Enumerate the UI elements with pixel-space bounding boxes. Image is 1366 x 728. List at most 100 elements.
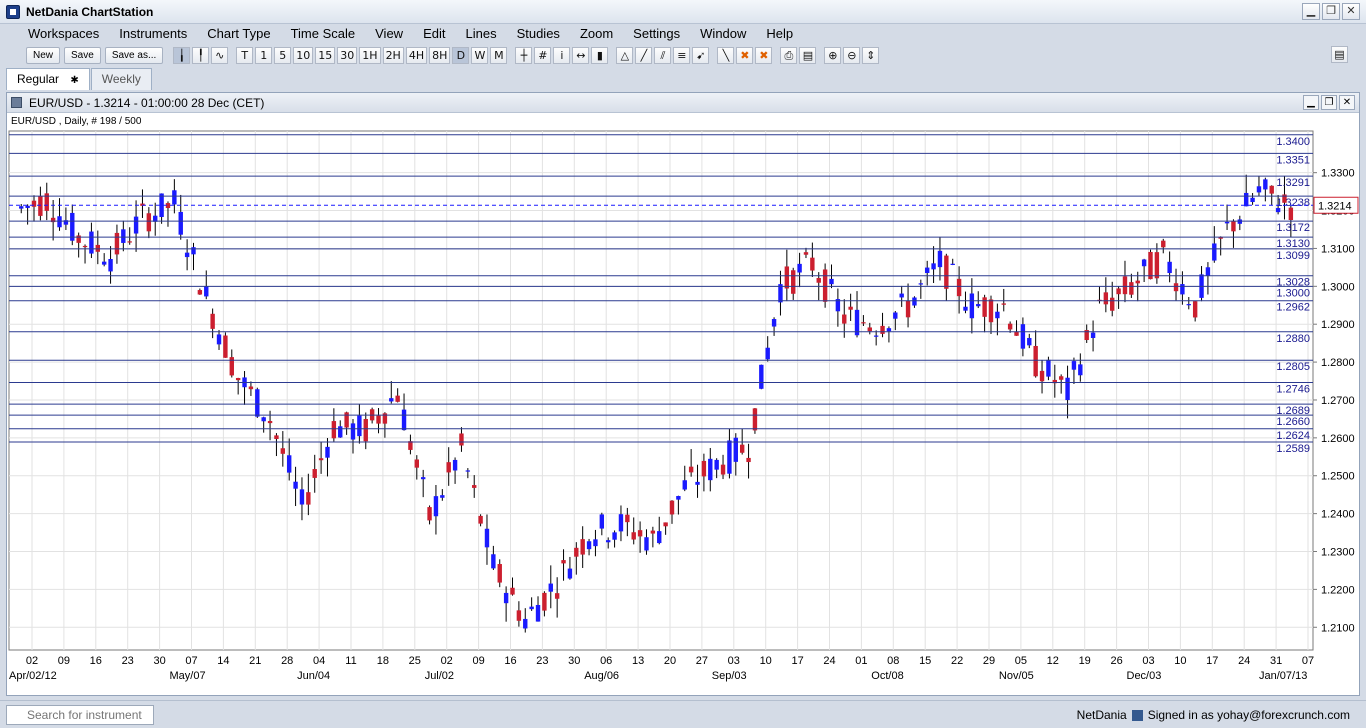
candle-body bbox=[31, 200, 37, 207]
period-button-t[interactable]: T bbox=[236, 46, 254, 64]
candle-body bbox=[752, 408, 758, 431]
save-button[interactable]: Save bbox=[64, 46, 101, 64]
y-tick-label: 1.2500 bbox=[1321, 471, 1355, 483]
candle-body bbox=[1186, 304, 1191, 306]
candle-body bbox=[1110, 297, 1115, 311]
chart-restore-button[interactable]: ❐ bbox=[1321, 95, 1337, 110]
zoom-out-icon[interactable]: ⊖ bbox=[843, 46, 861, 64]
candle-body bbox=[38, 196, 43, 216]
candle-body bbox=[57, 216, 62, 228]
draw-line-icon[interactable]: ╲ bbox=[717, 46, 735, 64]
menu-settings[interactable]: Settings bbox=[623, 24, 690, 44]
period-button-1[interactable]: 1 bbox=[255, 46, 273, 64]
bar-chart-icon[interactable]: ╿ bbox=[192, 46, 210, 64]
scroll-icon[interactable]: ↔ bbox=[572, 46, 590, 64]
candle-body bbox=[842, 314, 847, 324]
period-button-m[interactable]: M bbox=[490, 46, 508, 64]
menu-instruments[interactable]: Instruments bbox=[109, 24, 197, 44]
candle-body bbox=[255, 389, 260, 417]
minimize-button[interactable]: ▁ bbox=[1302, 3, 1320, 20]
new-button[interactable]: New bbox=[26, 46, 61, 64]
menu-studies[interactable]: Studies bbox=[507, 24, 570, 44]
last-price-label: 1.3214 bbox=[1318, 200, 1352, 212]
candle-body bbox=[1103, 292, 1109, 305]
x-tick-label: 31 bbox=[1270, 655, 1282, 667]
menu-zoom[interactable]: Zoom bbox=[570, 24, 623, 44]
delete-all-icon[interactable]: ✖ bbox=[755, 46, 773, 64]
x-tick-label: 10 bbox=[760, 655, 772, 667]
menu-workspaces[interactable]: Workspaces bbox=[18, 24, 109, 44]
period-button-8h[interactable]: 8H bbox=[429, 46, 451, 64]
chart-window-titlebar: EUR/USD - 1.3214 - 01:00:00 28 Dec (CET)… bbox=[7, 93, 1359, 113]
menu-edit[interactable]: Edit bbox=[413, 24, 455, 44]
candle-body bbox=[778, 284, 783, 303]
candle-body bbox=[350, 423, 356, 440]
candle-body bbox=[89, 231, 94, 254]
candle-body bbox=[682, 480, 687, 490]
candle-body bbox=[184, 252, 190, 258]
period-button-15[interactable]: 15 bbox=[315, 46, 336, 64]
tab-regular[interactable]: Regular ✱ bbox=[6, 68, 90, 90]
period-button-2h[interactable]: 2H bbox=[382, 46, 404, 64]
panel-toggle-icon[interactable]: ▤ bbox=[1331, 46, 1348, 63]
candle-body bbox=[561, 560, 566, 564]
alarm-icon[interactable]: △ bbox=[616, 46, 634, 64]
x-tick-label: 10 bbox=[1174, 655, 1186, 667]
menu-window[interactable]: Window bbox=[690, 24, 756, 44]
delete-icon[interactable]: ✖ bbox=[736, 46, 754, 64]
close-button[interactable]: ✕ bbox=[1342, 3, 1360, 20]
candle-body bbox=[1154, 252, 1160, 279]
tab-regular-label: Regular bbox=[17, 72, 60, 86]
period-button-w[interactable]: W bbox=[471, 46, 489, 64]
x-tick-label: 09 bbox=[58, 655, 70, 667]
save-as-button[interactable]: Save as... bbox=[104, 46, 164, 64]
period-button-1h[interactable]: 1H bbox=[359, 46, 381, 64]
menu-chart-type[interactable]: Chart Type bbox=[197, 24, 280, 44]
x-tick-label: 24 bbox=[823, 655, 835, 667]
period-button-10[interactable]: 10 bbox=[293, 46, 314, 64]
menu-lines[interactable]: Lines bbox=[455, 24, 506, 44]
candle-body bbox=[663, 522, 668, 527]
brand-label: NetDania bbox=[1076, 708, 1127, 722]
candle-body bbox=[580, 539, 585, 555]
x-tick-label: 04 bbox=[313, 655, 325, 667]
restore-button[interactable]: ❐ bbox=[1322, 3, 1340, 20]
print-icon[interactable]: ⎙ bbox=[780, 46, 798, 64]
cursor-icon[interactable]: ➹ bbox=[692, 46, 710, 64]
chart-close-button[interactable]: ✕ bbox=[1339, 95, 1355, 110]
crosshair-icon[interactable]: ┼ bbox=[515, 46, 533, 64]
period-button-5[interactable]: 5 bbox=[274, 46, 292, 64]
menu-help[interactable]: Help bbox=[756, 24, 803, 44]
candle-body bbox=[976, 304, 981, 307]
tab-close-icon[interactable]: ✱ bbox=[70, 75, 78, 86]
candle-body bbox=[1090, 332, 1096, 338]
candlestick-chart-icon[interactable]: ╽ bbox=[173, 46, 191, 64]
chart-minimize-button[interactable]: ▁ bbox=[1303, 95, 1319, 110]
candle-body bbox=[1007, 323, 1013, 330]
candle-body bbox=[235, 377, 241, 381]
x-tick-label: 01 bbox=[855, 655, 867, 667]
menu-view[interactable]: View bbox=[365, 24, 413, 44]
line-chart-icon[interactable]: ∿ bbox=[211, 46, 229, 64]
candle-body bbox=[1250, 197, 1255, 203]
grid-icon[interactable]: # bbox=[534, 46, 552, 64]
period-button-30[interactable]: 30 bbox=[337, 46, 358, 64]
print-preview-icon[interactable]: ▤ bbox=[799, 46, 817, 64]
tab-weekly[interactable]: Weekly bbox=[90, 68, 152, 90]
x-tick-label: 28 bbox=[281, 655, 293, 667]
info-icon[interactable]: i bbox=[553, 46, 571, 64]
x-month-label: Oct/08 bbox=[871, 670, 903, 682]
search-input[interactable] bbox=[6, 705, 154, 725]
price-chart[interactable]: EUR/USD , Daily, # 198 / 500 02 09 16 23 30 07… bbox=[7, 113, 1359, 695]
candle-body bbox=[727, 440, 732, 474]
x-month-label: Sep/03 bbox=[712, 670, 747, 682]
trendline-icon[interactable]: ╱ bbox=[635, 46, 653, 64]
period-button-4h[interactable]: 4H bbox=[405, 46, 428, 64]
zoom-in-icon[interactable]: ⊕ bbox=[824, 46, 842, 64]
menu-time-scale[interactable]: Time Scale bbox=[281, 24, 366, 44]
volume-icon[interactable]: ▮ bbox=[591, 46, 609, 64]
zoom-fit-icon[interactable]: ⇕ bbox=[862, 46, 880, 64]
fibonacci-icon[interactable]: ≡ bbox=[673, 46, 691, 64]
period-button-d[interactable]: D bbox=[452, 46, 470, 64]
parallel-lines-icon[interactable]: ⫽ bbox=[654, 46, 672, 64]
